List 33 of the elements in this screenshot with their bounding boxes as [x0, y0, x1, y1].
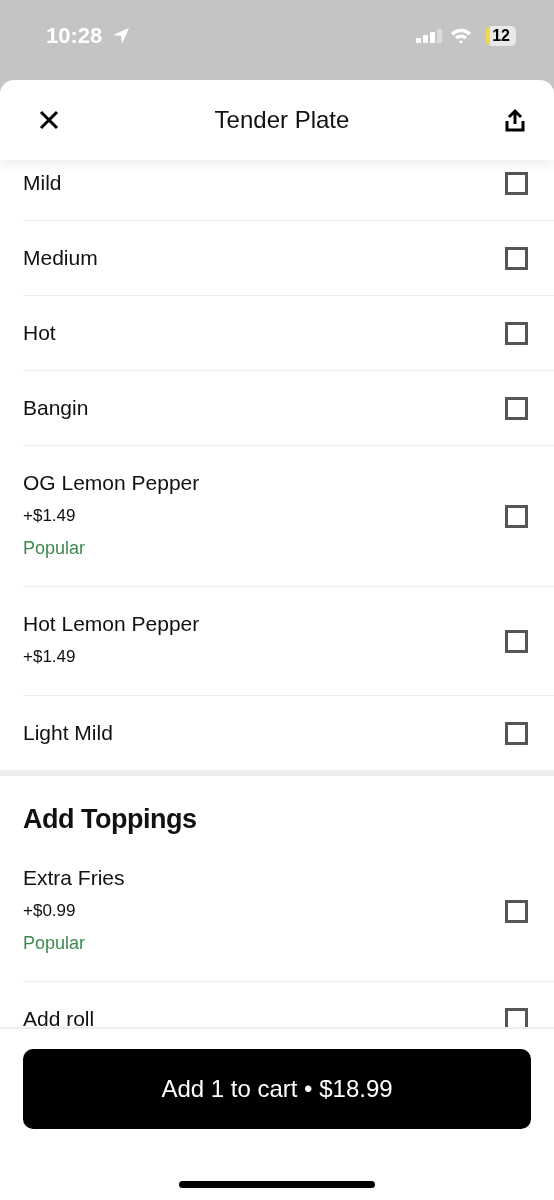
option-price: +$1.49 [23, 646, 77, 668]
popular-label: Popular [23, 932, 87, 955]
option-name: Medium [23, 245, 98, 271]
option-checkbox[interactable] [505, 899, 528, 923]
option-price: +$0.99 [23, 900, 77, 922]
option-name: Hot [23, 320, 56, 346]
status-time: 10:28 [46, 23, 103, 49]
popular-label: Popular [23, 537, 87, 560]
option-name: Mild [23, 170, 62, 196]
battery-level: 12 [486, 26, 516, 46]
option-checkbox[interactable] [505, 504, 528, 528]
signal-icon [416, 29, 443, 43]
option-checkbox[interactable] [505, 321, 528, 345]
option-checkbox[interactable] [505, 1007, 528, 1027]
option-checkbox[interactable] [505, 721, 528, 745]
option-checkbox[interactable] [505, 629, 528, 653]
option-name: Extra Fries [23, 865, 125, 891]
option-price: +$1.49 [23, 505, 77, 527]
item-title: Tender Plate [214, 106, 350, 134]
option-name: OG Lemon Pepper [23, 470, 200, 496]
option-checkbox[interactable] [505, 246, 528, 270]
location-arrow-icon [112, 27, 131, 45]
option-name: Add roll [23, 1006, 95, 1027]
add-to-cart-button[interactable]: Add 1 to cart • $18.99 [23, 1049, 531, 1129]
option-name: Bangin [23, 395, 89, 421]
wifi-icon [450, 28, 473, 44]
share-icon [504, 108, 526, 132]
option-checkbox[interactable] [505, 171, 528, 195]
option-name: Hot Lemon Pepper [23, 611, 200, 637]
option-checkbox[interactable] [505, 396, 528, 420]
section-title: Add Toppings [22, 803, 198, 836]
close-icon [38, 109, 60, 131]
option-name: Light Mild [23, 720, 113, 746]
